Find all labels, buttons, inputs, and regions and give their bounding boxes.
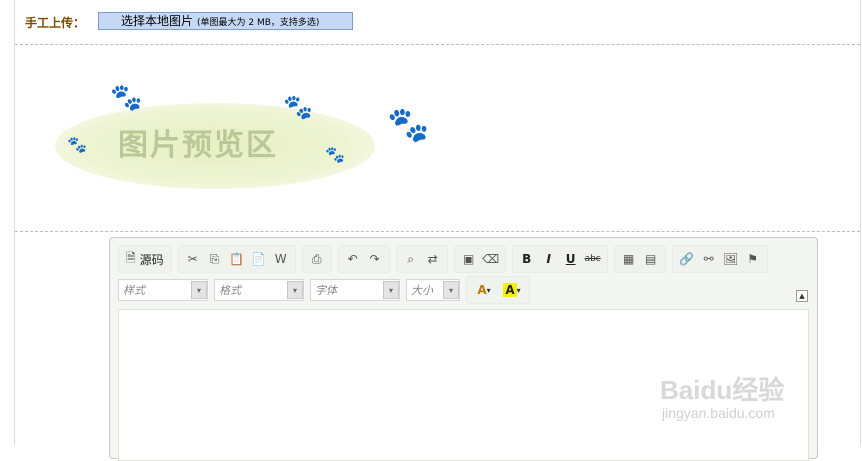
image-preview-area: 🐾 🐾 🐾 🐾 🐾 图片预览区 [15, 45, 860, 231]
clipboard-icon: 📋 [229, 252, 245, 266]
paste-text-icon: 📄 [251, 252, 267, 266]
baidu-jingyan-watermark: Baidu经验 [660, 375, 785, 405]
underline-icon: U [565, 252, 576, 266]
paw-print-icon: 🐾 [283, 93, 313, 121]
horizontal-rule-button[interactable]: ▤ [640, 248, 662, 270]
format-combo-label: 格式 [219, 284, 241, 297]
flag-icon: ⚑ [747, 252, 759, 266]
paste-button[interactable]: 📋 [226, 248, 248, 270]
divider-bottom [15, 231, 860, 232]
chevron-down-icon: ▾ [516, 285, 521, 295]
watermark-url: jingyan.baidu.com [662, 405, 775, 421]
upload-size-hint: (单图最大为 2 MB，支持多选) [197, 18, 320, 28]
image-icon: 🖼 [723, 252, 739, 266]
binoculars-icon: ⌕ [407, 251, 415, 266]
rich-text-editor: 🗎 源码 ✂ ⎘ 📋 📄 W ⎙ ↶ ↷ ⌕ ⇄ ▣ ⌫ B I U abc ▦… [109, 237, 818, 461]
print-button[interactable]: ⎙ [306, 248, 328, 270]
replace-icon: ⇄ [427, 252, 438, 266]
chevron-down-icon: ▾ [383, 281, 399, 299]
unlink-button[interactable]: ⚯ [698, 248, 720, 270]
toolbar-group-print: ⎙ [301, 245, 332, 273]
italic-button[interactable]: I [538, 248, 560, 270]
select-local-image-label: 选择本地图片 [121, 14, 194, 28]
chevron-down-icon: ▾ [486, 285, 491, 295]
format-combo[interactable]: 格式 ▾ [214, 279, 304, 301]
toolbar-group-clipboard: ✂ ⎘ 📋 📄 W [177, 245, 296, 273]
remove-format-button[interactable]: ⌫ [480, 248, 502, 270]
toolbar-group-insert: ▦ ▤ [613, 245, 666, 273]
redo-icon: ↷ [369, 252, 380, 266]
paw-print-icon: 🐾 [325, 145, 345, 164]
style-combo-label: 样式 [123, 284, 145, 297]
italic-icon: I [546, 252, 551, 266]
undo-icon: ↶ [347, 252, 358, 266]
bold-button[interactable]: B [516, 248, 538, 270]
image-button[interactable]: 🖼 [720, 248, 742, 270]
undo-button[interactable]: ↶ [342, 248, 364, 270]
select-all-button[interactable]: ▣ [458, 248, 480, 270]
paste-word-icon: W [274, 252, 287, 266]
toolbar-group-basic-styles: B I U abc [511, 245, 608, 273]
preview-area-title: 图片预览区 [118, 128, 278, 163]
manual-upload-row: 手工上传： 选择本地图片 (单图最大为 2 MB，支持多选) [15, 0, 860, 44]
replace-button[interactable]: ⇄ [422, 248, 444, 270]
toolbar-group-select: ▣ ⌫ [453, 245, 506, 273]
horizontal-rule-icon: ▤ [645, 252, 657, 266]
collapse-icon: ▲ [799, 292, 805, 300]
unlink-icon: ⚯ [703, 252, 714, 266]
toolbar-group-history: ↶ ↷ [337, 245, 390, 273]
background-color-icon: A [503, 283, 517, 297]
cut-button[interactable]: ✂ [182, 248, 204, 270]
editor-toolbar-row-2: 样式 ▾ 格式 ▾ 字体 ▾ 大小 ▾ A ▾ A ▾ [118, 276, 536, 304]
text-color-icon: A [477, 283, 487, 297]
toolbar-group-links: 🔗 ⚯ 🖼 ⚑ [671, 245, 768, 273]
toolbar-group-source: 🗎 源码 [118, 245, 172, 273]
style-combo[interactable]: 样式 ▾ [118, 279, 208, 301]
editor-toolbar-row-1: 🗎 源码 ✂ ⎘ 📋 📄 W ⎙ ↶ ↷ ⌕ ⇄ ▣ ⌫ B I U abc ▦… [118, 245, 774, 273]
right-border [860, 0, 861, 445]
toolbar-group-find: ⌕ ⇄ [395, 245, 448, 273]
paw-print-icon: 🐾 [110, 83, 143, 113]
source-button[interactable]: 🗎 源码 [122, 249, 168, 270]
strikethrough-icon: abc [584, 254, 601, 264]
table-button[interactable]: ▦ [618, 248, 640, 270]
find-button[interactable]: ⌕ [400, 248, 422, 270]
font-size-combo-label: 大小 [411, 284, 433, 297]
anchor-button[interactable]: ⚑ [742, 248, 764, 270]
text-color-button[interactable]: A ▾ [470, 279, 498, 301]
strikethrough-button[interactable]: abc [582, 248, 604, 270]
link-button[interactable]: 🔗 [676, 248, 698, 270]
source-button-label: 源码 [139, 252, 164, 267]
background-color-button[interactable]: A ▾ [498, 279, 526, 301]
paw-print-icon: 🐾 [387, 105, 430, 145]
chevron-down-icon: ▾ [443, 281, 459, 299]
link-icon: 🔗 [679, 252, 695, 266]
manual-upload-label: 手工上传： [25, 16, 86, 30]
bold-icon: B [522, 252, 532, 266]
document-icon: 🗎 [126, 250, 136, 265]
select-local-image-button[interactable]: 选择本地图片 (单图最大为 2 MB，支持多选) [98, 12, 353, 30]
paste-word-button[interactable]: W [270, 248, 292, 270]
collapse-toolbar-button[interactable]: ▲ [796, 290, 808, 302]
scissors-icon: ✂ [187, 252, 198, 266]
redo-button[interactable]: ↷ [364, 248, 386, 270]
copy-button[interactable]: ⎘ [204, 248, 226, 270]
chevron-down-icon: ▾ [191, 281, 207, 299]
font-combo[interactable]: 字体 ▾ [310, 279, 400, 301]
chevron-down-icon: ▾ [287, 281, 303, 299]
font-combo-label: 字体 [315, 284, 337, 297]
copy-icon: ⎘ [209, 251, 220, 266]
select-all-icon: ▣ [463, 252, 475, 266]
toolbar-group-colors: A ▾ A ▾ [466, 276, 530, 304]
font-size-combo[interactable]: 大小 ▾ [406, 279, 460, 301]
print-icon: ⎙ [311, 251, 322, 266]
paste-text-button[interactable]: 📄 [248, 248, 270, 270]
table-icon: ▦ [623, 252, 635, 266]
underline-button[interactable]: U [560, 248, 582, 270]
paw-print-icon: 🐾 [67, 135, 87, 154]
eraser-icon: ⌫ [482, 252, 500, 266]
